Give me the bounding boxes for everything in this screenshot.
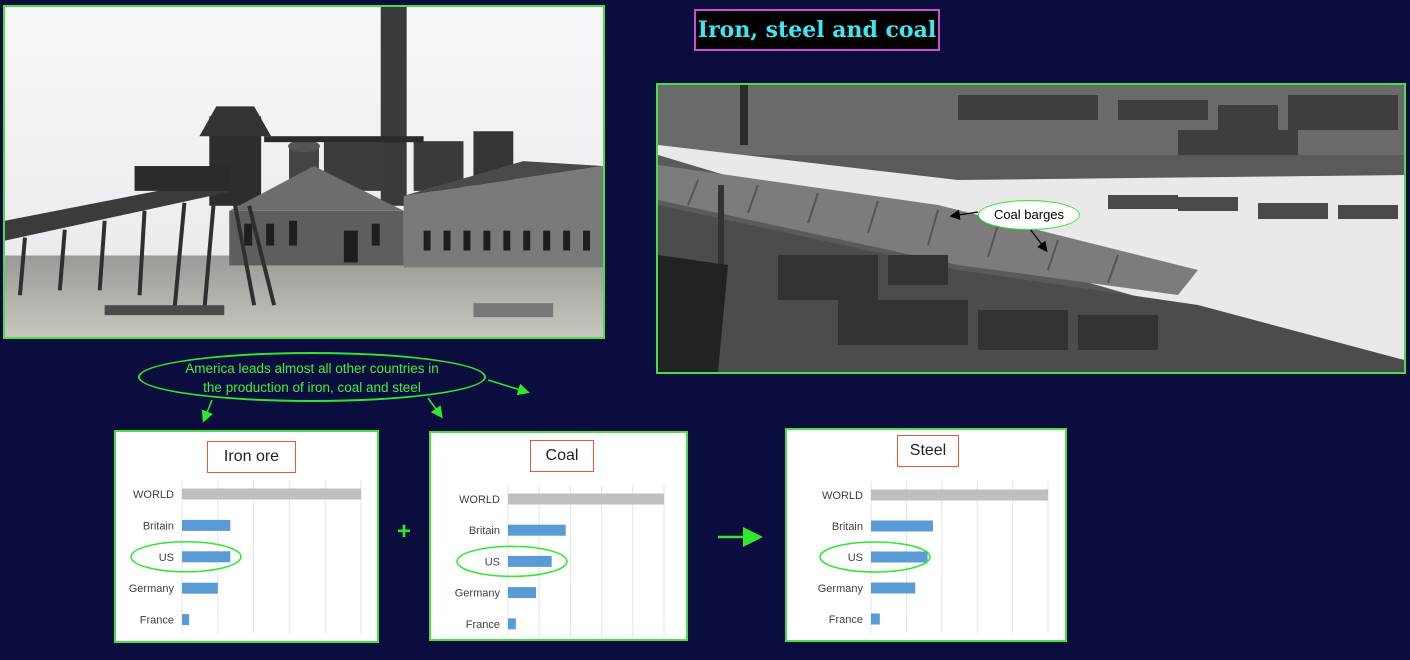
- category-label: France: [466, 619, 500, 631]
- iron-ore-chart: Iron ore WORLD Britain US Germany France: [114, 430, 379, 643]
- callout-line-1: America leads almost all other countries…: [185, 361, 439, 376]
- category-label: Britain: [143, 520, 174, 532]
- category-label: US: [159, 552, 174, 564]
- bar-germany: [508, 587, 537, 599]
- bar-germany: [182, 582, 218, 594]
- callout-line-2: the production of iron, coal and steel: [203, 380, 421, 395]
- category-label: Britain: [832, 521, 863, 533]
- bar-world: [182, 488, 361, 500]
- bar-us: [182, 551, 231, 563]
- category-label: Germany: [129, 583, 175, 595]
- bar-britain: [508, 524, 566, 536]
- category-label: WORLD: [822, 490, 863, 502]
- america-leads-callout: America leads almost all other countries…: [138, 352, 486, 402]
- category-label: WORLD: [133, 489, 174, 501]
- bar-us: [871, 551, 928, 563]
- steel-bar-plot: WORLD Britain US Germany France: [818, 481, 1049, 633]
- bar-britain: [871, 520, 933, 532]
- bar-britain: [182, 519, 231, 531]
- category-label: Germany: [818, 583, 864, 595]
- plus-sign: +: [397, 518, 412, 545]
- bar-germany: [871, 582, 916, 594]
- bar-france: [182, 614, 190, 626]
- coal-chart: Coal WORLD Britain US Germany France: [429, 431, 688, 641]
- steel-chart: Steel WORLD Britain US Germany France: [785, 428, 1067, 642]
- steelworks-photo: [3, 5, 605, 339]
- category-label: Britain: [469, 525, 500, 537]
- bar-world: [871, 489, 1048, 501]
- category-label: US: [848, 552, 863, 564]
- category-label: WORLD: [459, 494, 500, 506]
- callout-arrow-iron: [201, 399, 213, 423]
- category-label: US: [485, 556, 500, 568]
- category-label: France: [829, 614, 863, 626]
- slide-title: Iron, steel and coal: [694, 9, 940, 51]
- category-label: France: [140, 615, 174, 627]
- bar-us: [508, 555, 552, 567]
- callout-arrow-steel: [487, 379, 530, 396]
- coal-bar-plot: WORLD Britain US Germany France: [455, 485, 665, 638]
- bar-world: [508, 493, 664, 505]
- coal-barges-label: Coal barges: [978, 200, 1080, 230]
- bar-france: [508, 618, 516, 630]
- callout-arrow-coal: [427, 397, 443, 419]
- category-label: Germany: [455, 588, 501, 600]
- iron-ore-bar-plot: WORLD Britain US Germany France: [129, 480, 362, 634]
- bar-france: [871, 613, 880, 625]
